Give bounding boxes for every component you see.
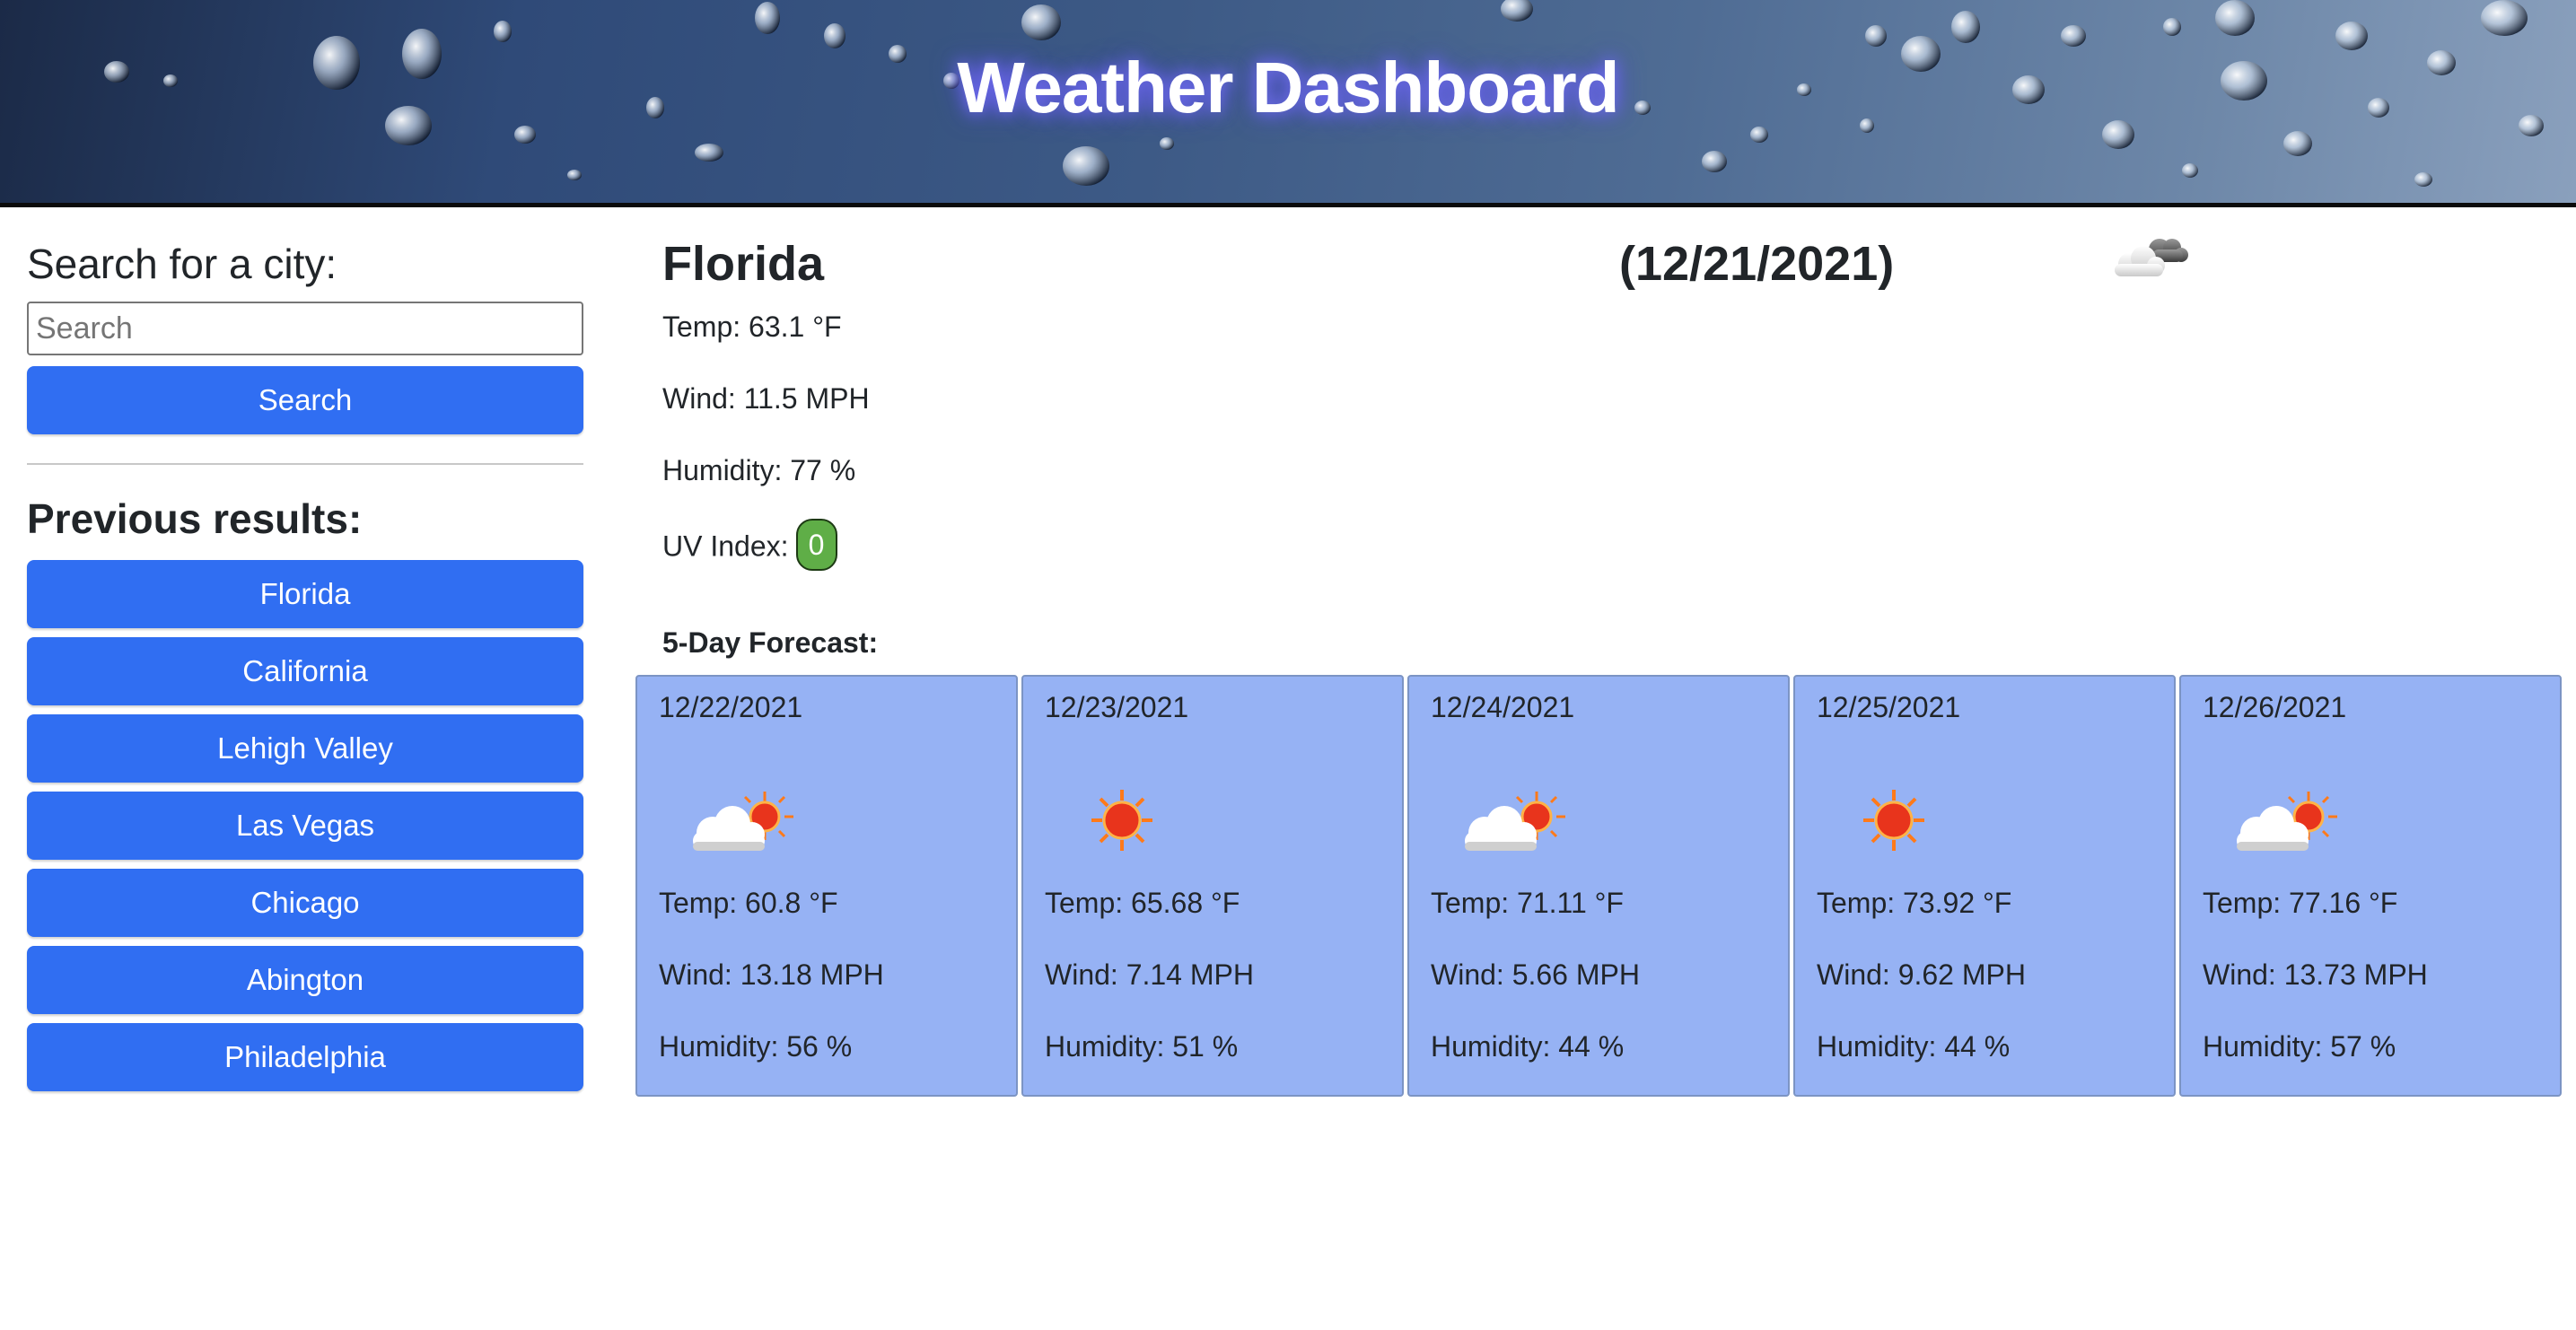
search-heading: Search for a city: <box>27 241 337 287</box>
partly-cloudy-icon <box>693 792 793 851</box>
cloudy-icon <box>2115 239 2188 276</box>
sun-icon <box>1091 790 1152 851</box>
previous-result-button[interactable]: Las Vegas <box>27 792 583 860</box>
header-banner: Weather Dashboard <box>0 0 2576 207</box>
forecast-wind: Wind: 13.73 MPH <box>2203 958 2428 991</box>
divider <box>27 463 583 465</box>
current-uv-index: UV Index: 0 <box>662 519 837 574</box>
uv-index-label: UV Index: <box>662 529 789 563</box>
forecast-temp: Temp: 60.8 °F <box>659 887 838 919</box>
forecast-date: 12/25/2021 <box>1817 691 1961 723</box>
forecast-date: 12/23/2021 <box>1045 691 1189 723</box>
forecast-humidity: Humidity: 51 % <box>1045 1030 1239 1063</box>
current-date: (12/21/2021) <box>1619 237 1895 291</box>
previous-results-heading: Previous results: <box>27 495 363 542</box>
forecast-card: 12/24/2021 Temp: 71.11 °F Wind: 5.66 MPH <box>1407 675 1790 1097</box>
current-temp: Temp: 63.1 °F <box>662 311 842 343</box>
forecast-date: 12/26/2021 <box>2203 691 2347 723</box>
previous-result-button[interactable]: Lehigh Valley <box>27 714 583 783</box>
partly-cloudy-icon <box>2237 792 2337 851</box>
forecast-humidity: Humidity: 57 % <box>2203 1030 2396 1063</box>
forecast-heading: 5-Day Forecast: <box>662 626 879 659</box>
forecast-wind: Wind: 5.66 MPH <box>1431 958 1640 991</box>
city-name: Florida <box>662 237 825 291</box>
page-title: Weather Dashboard <box>957 48 1619 127</box>
forecast-cards: 12/22/2021 Temp: 60.8 °F Wind: 13.18 MPH <box>635 675 2562 1098</box>
forecast-temp: Temp: 73.92 °F <box>1817 887 2012 919</box>
forecast-temp: Temp: 71.11 °F <box>1431 887 1624 919</box>
forecast-date: 12/22/2021 <box>659 691 803 723</box>
previous-results-list: Florida California Lehigh Valley Las Veg… <box>27 560 583 1091</box>
forecast-wind: Wind: 7.14 MPH <box>1045 958 1254 991</box>
previous-result-button[interactable]: California <box>27 637 583 705</box>
uv-index-badge: 0 <box>795 519 837 571</box>
sun-icon <box>1863 790 1924 851</box>
forecast-wind: Wind: 9.62 MPH <box>1817 958 2026 991</box>
forecast-temp: Temp: 77.16 °F <box>2203 887 2398 919</box>
current-wind: Wind: 11.5 MPH <box>662 382 870 415</box>
forecast-wind: Wind: 13.18 MPH <box>659 958 884 991</box>
forecast-card: 12/23/2021 Temp: 65.68 °F Wind: 7.14 MPH… <box>1021 675 1404 1097</box>
search-button[interactable]: Search <box>27 366 583 434</box>
forecast-card: 12/25/2021 Temp: 73.92 °F Wind: 9.62 MPH… <box>1793 675 2176 1097</box>
previous-result-button[interactable]: Abington <box>27 946 583 1014</box>
partly-cloudy-icon <box>1465 792 1565 851</box>
forecast-date: 12/24/2021 <box>1431 691 1575 723</box>
forecast-card: 12/22/2021 Temp: 60.8 °F Wind: 13.18 MPH <box>635 675 1018 1097</box>
forecast-temp: Temp: 65.68 °F <box>1045 887 1240 919</box>
forecast-humidity: Humidity: 44 % <box>1431 1030 1625 1063</box>
current-humidity: Humidity: 77 % <box>662 454 856 486</box>
sidebar: Search for a city: Search Previous resul… <box>27 235 583 1100</box>
previous-result-button[interactable]: Philadelphia <box>27 1023 583 1091</box>
forecast-humidity: Humidity: 44 % <box>1817 1030 2011 1063</box>
search-input[interactable] <box>27 302 583 355</box>
previous-result-button[interactable]: Florida <box>27 560 583 628</box>
previous-result-button[interactable]: Chicago <box>27 869 583 937</box>
forecast-card: 12/26/2021 Temp: 77.16 °F Wind: 13.73 MP… <box>2179 675 2562 1097</box>
forecast-humidity: Humidity: 56 % <box>659 1030 853 1063</box>
